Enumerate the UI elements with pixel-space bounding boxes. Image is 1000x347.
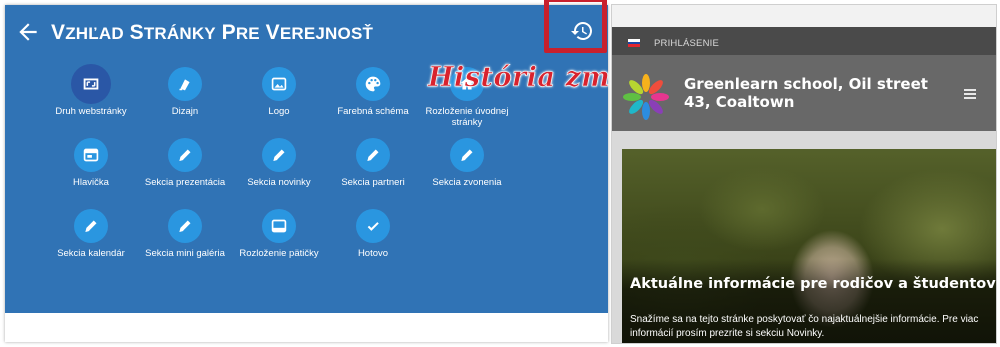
- tile-label: Rozloženie pätičky: [239, 248, 319, 259]
- tile-label: Sekcia zvonenia: [432, 177, 502, 188]
- tile-7[interactable]: Sekcia prezentácia: [138, 138, 232, 188]
- school-logo: [623, 74, 669, 120]
- tile-label: Sekcia partneri: [341, 177, 405, 188]
- tile-label: Rozloženie úvodnej stránky: [425, 106, 509, 128]
- layout-icon: [71, 64, 111, 104]
- header-icon: [74, 138, 108, 172]
- pencil-icon: [168, 138, 202, 172]
- back-arrow-icon[interactable]: [15, 19, 41, 45]
- hero-banner: Aktuálne informácie pre rodičov a študen…: [622, 149, 996, 343]
- tile-label: Sekcia kalendár: [57, 248, 125, 259]
- editor-header: VZHĽAD STRÁNKY PRE VEREJNOSŤ: [5, 5, 608, 57]
- hamburger-menu-icon[interactable]: [964, 89, 976, 99]
- pencil-icon: [74, 209, 108, 243]
- history-highlight-frame: [544, 0, 607, 53]
- tile-label: Sekcia mini galéria: [145, 248, 225, 259]
- slovak-flag-icon[interactable]: [628, 39, 640, 47]
- tile-label: Logo: [268, 106, 290, 117]
- hero-title: Aktuálne informácie pre rodičov a študen…: [630, 276, 996, 292]
- login-link[interactable]: PRIHLÁSENIE: [654, 38, 719, 49]
- hero-text: Snažíme sa na tejto stránke poskytovať č…: [630, 314, 979, 339]
- palette-icon: [356, 67, 390, 101]
- pencil-icon: [262, 138, 296, 172]
- check-icon: [356, 209, 390, 243]
- preview-topbar: [612, 5, 996, 27]
- tile-1[interactable]: Druh webstránky: [44, 64, 138, 117]
- tile-label: Druh webstránky: [55, 106, 127, 117]
- image-icon: [262, 67, 296, 101]
- tile-label: Hlavička: [73, 177, 109, 188]
- tile-11[interactable]: Sekcia kalendár: [44, 209, 138, 259]
- design-icon: [168, 67, 202, 101]
- pencil-icon: [356, 138, 390, 172]
- footer-icon: [262, 209, 296, 243]
- tile-10[interactable]: Sekcia zvonenia: [420, 138, 514, 188]
- pencil-icon: [450, 138, 484, 172]
- tile-label: Sekcia prezentácia: [144, 177, 226, 188]
- tile-9[interactable]: Sekcia partneri: [326, 138, 420, 188]
- editor-panel: VZHĽAD STRÁNKY PRE VEREJNOSŤ Druh webstr…: [5, 5, 608, 342]
- tile-label: Hotovo: [357, 248, 389, 259]
- pencil-icon: [168, 209, 202, 243]
- tile-6[interactable]: Hlavička: [44, 138, 138, 188]
- website-preview: PRIHLÁSENIE Greenlearn school, Oil stree…: [611, 4, 997, 344]
- tile-8[interactable]: Sekcia novinky: [232, 138, 326, 188]
- school-name: Greenlearn school, Oil street 43, Coalto…: [684, 75, 928, 111]
- page-title: VZHĽAD STRÁNKY PRE VEREJNOSŤ: [51, 21, 374, 44]
- tile-4[interactable]: Farebná schéma: [326, 67, 420, 117]
- tile-label: Farebná schéma: [337, 106, 409, 117]
- tile-label: Dizajn: [171, 106, 199, 117]
- tile-3[interactable]: Logo: [232, 67, 326, 117]
- tile-13[interactable]: Rozloženie pätičky: [232, 209, 326, 259]
- editor-blue-area: VZHĽAD STRÁNKY PRE VEREJNOSŤ Druh webstr…: [5, 5, 608, 313]
- tile-12[interactable]: Sekcia mini galéria: [138, 209, 232, 259]
- tile-label: Sekcia novinky: [247, 177, 311, 188]
- tile-2[interactable]: Dizajn: [138, 67, 232, 117]
- tile-14[interactable]: Hotovo: [326, 209, 420, 259]
